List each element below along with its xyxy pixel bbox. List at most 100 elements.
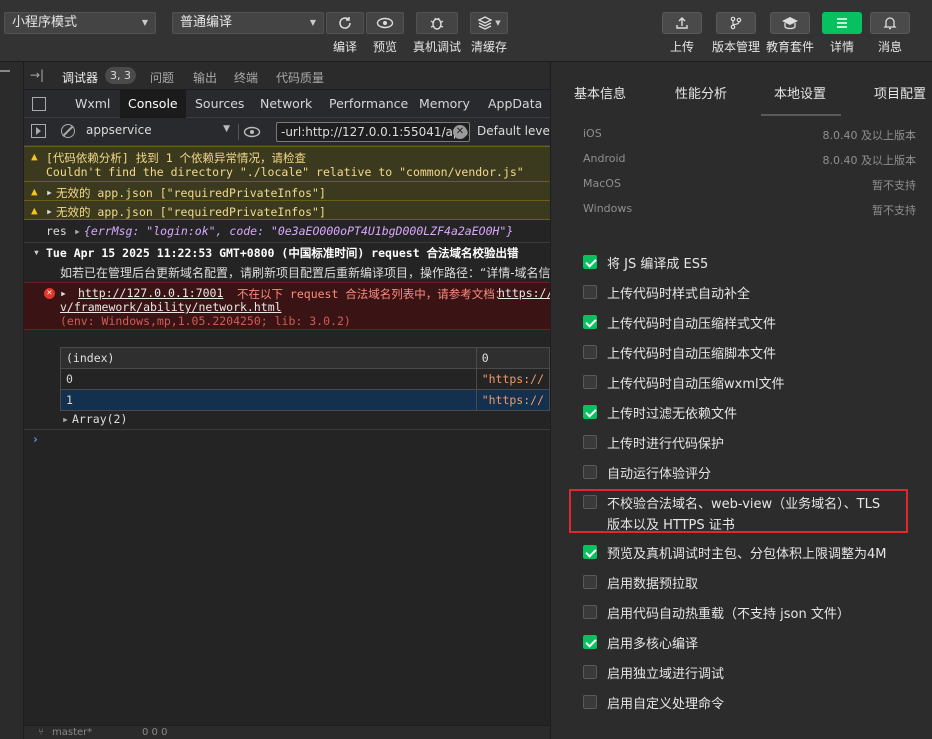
eye-icon[interactable]	[243, 126, 261, 138]
checkbox[interactable]	[583, 575, 597, 589]
table-header[interactable]: 0	[475, 347, 550, 369]
os-version: 8.0.40 及以上版本	[822, 154, 916, 167]
clear-console-icon[interactable]	[61, 124, 75, 138]
inspect-icon[interactable]	[32, 97, 46, 111]
tab-problems[interactable]: 问题	[150, 69, 174, 86]
tab-debugger[interactable]: 调试器	[62, 69, 98, 86]
option-label: 启用多核心编译	[607, 637, 699, 652]
tab-performance-analysis[interactable]: 性能分析	[675, 83, 727, 102]
tab-local-settings[interactable]: 本地设置	[774, 83, 826, 102]
checkbox[interactable]	[583, 375, 597, 389]
checkbox[interactable]	[583, 635, 597, 649]
tab-output[interactable]: 输出	[193, 69, 217, 86]
checkbox[interactable]	[583, 545, 597, 559]
error-doc-link[interactable]: https://developers.weixin.qq.com/minipro…	[498, 286, 550, 300]
error-doc-link-cont[interactable]: v/framework/ability/network.html	[60, 300, 282, 314]
warning-icon: ▲	[31, 185, 38, 198]
messages-button[interactable]	[870, 12, 910, 34]
sidebar-toggle-icon[interactable]	[31, 124, 46, 138]
table-cell: 1	[60, 389, 477, 411]
tab-code-quality[interactable]: 代码质量	[276, 69, 324, 86]
checkbox[interactable]	[583, 285, 597, 299]
warning-text: Couldn't find the directory "./locale" r…	[46, 165, 524, 179]
group-title[interactable]: Tue Apr 15 2025 11:22:53 GMT+0800 (中国标准时…	[46, 245, 519, 261]
checkbox[interactable]	[583, 435, 597, 449]
console-filter-input[interactable]: -url:http://127.0.0.1:55041/appservice ✕	[276, 122, 470, 142]
left-rail	[0, 62, 24, 739]
clear-cache-button[interactable]: ▼	[470, 12, 508, 34]
expand-arrow-icon[interactable]: ▸	[60, 286, 67, 300]
warning-icon: ▲	[31, 204, 38, 217]
checkbox[interactable]	[583, 345, 597, 359]
option-label: 上传时进行代码保护	[607, 437, 725, 452]
preview-button[interactable]	[366, 12, 404, 34]
layers-icon	[477, 16, 493, 30]
tab-appdata[interactable]: AppData	[480, 90, 550, 118]
compile-button[interactable]	[326, 12, 364, 34]
compile-mode-select[interactable]: 普通编译 ▼	[172, 12, 324, 34]
details-button[interactable]	[822, 12, 862, 34]
checkbox[interactable]	[583, 465, 597, 479]
log-object[interactable]: {errMsg: "login:ok", code: "0e3aEO000oPT…	[84, 224, 513, 238]
collapse-arrow-icon[interactable]: ▾	[33, 245, 40, 259]
checkbox[interactable]	[583, 405, 597, 419]
tab-wxml[interactable]: Wxml	[67, 90, 118, 118]
divider	[24, 242, 550, 243]
warning-message: ▲ ▸ 无效的 app.json ["requiredPrivateInfos"…	[24, 200, 550, 220]
checkbox[interactable]	[583, 255, 597, 269]
branch-name[interactable]: master*	[52, 727, 92, 738]
collapse-handle[interactable]	[0, 70, 10, 72]
expand-arrow-icon[interactable]: ▸	[74, 224, 81, 238]
expand-arrow-icon[interactable]: ▸	[46, 185, 53, 199]
option-label: 上传代码时样式自动补全	[607, 287, 751, 302]
tab-performance[interactable]: Performance	[321, 90, 416, 118]
array-summary[interactable]: Array(2)	[72, 412, 127, 426]
upload-button[interactable]	[662, 12, 702, 34]
console-prompt[interactable]: ›	[32, 432, 39, 446]
warning-text: 无效的 app.json ["requiredPrivateInfos"]	[56, 205, 326, 219]
log-label: res	[46, 224, 67, 238]
expand-arrow-icon[interactable]: ▸	[62, 412, 69, 426]
devtools-tabbar: Wxml Console Sources Network Performance…	[24, 90, 550, 118]
checkbox[interactable]	[583, 315, 597, 329]
issue-count-badge: 3, 3	[105, 67, 136, 84]
option-label: 启用数据预拉取	[607, 577, 699, 592]
tab-console[interactable]: Console	[120, 90, 186, 118]
preview-label: 预览	[372, 40, 397, 54]
checkbox[interactable]	[583, 665, 597, 679]
edu-button[interactable]	[770, 12, 810, 34]
mode-select[interactable]: 小程序模式 ▼	[4, 12, 156, 34]
filter-value: -url:http://127.0.0.1:55041/appservice	[281, 125, 469, 139]
version-row: Android 8.0.40 及以上版本	[583, 152, 916, 167]
checkbox[interactable]	[583, 695, 597, 709]
bug-icon	[430, 17, 444, 30]
tab-project-config[interactable]: 项目配置	[874, 83, 926, 102]
tab-terminal[interactable]: 终端	[234, 69, 258, 86]
version-button[interactable]	[716, 12, 756, 34]
tab-network[interactable]: Network	[252, 90, 320, 118]
os-version: 8.0.40 及以上版本	[822, 129, 916, 142]
clear-input-icon[interactable]: ✕	[453, 125, 467, 139]
remote-debug-button[interactable]	[416, 12, 458, 34]
console-filter-bar: appservice ▼ -url:http://127.0.0.1:55041…	[24, 118, 559, 146]
messages-label: 消息	[877, 40, 902, 54]
error-url-link[interactable]: http://127.0.0.1:7001	[78, 286, 223, 300]
error-counts[interactable]: 0 0 0	[142, 727, 167, 738]
expand-arrow-icon[interactable]: ▸	[46, 204, 53, 218]
log-levels-select[interactable]: Default levels	[477, 124, 559, 138]
option-label: 自动运行体验评分	[607, 467, 712, 482]
panel-toggle-icon[interactable]: →|	[30, 68, 44, 82]
details-label: 详情	[829, 40, 854, 54]
context-select[interactable]: appservice ▼	[86, 123, 230, 141]
os-version: 暂不支持	[872, 204, 916, 217]
tab-basic-info[interactable]: 基本信息	[574, 83, 626, 102]
checkbox[interactable]	[583, 605, 597, 619]
console-table: (index) 0 0 "https:// 1 "https://	[60, 347, 550, 411]
tab-sources[interactable]: Sources	[187, 90, 252, 118]
table-row: 1 "https://	[60, 389, 550, 411]
divider	[238, 124, 239, 140]
os-version: 暂不支持	[872, 179, 916, 192]
console-log: ▲ [代码依赖分析] 找到 1 个依赖异常情况，请检查 Couldn't fin…	[24, 146, 550, 725]
table-header[interactable]: (index)	[60, 347, 477, 369]
tab-memory[interactable]: Memory	[411, 90, 478, 118]
